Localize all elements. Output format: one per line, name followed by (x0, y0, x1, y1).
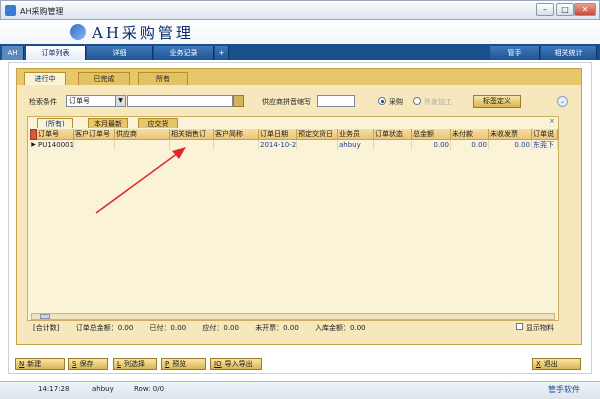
column-select-button[interactable]: L 列选择 (113, 358, 157, 370)
totals-bar: [合计数] 订单总金额：0.00 已付：0.00 应付：0.00 未开票：0.0… (33, 323, 380, 333)
totals-order-amount: 订单总金额：0.00 (75, 324, 134, 332)
maximize-button[interactable]: □ (556, 3, 574, 16)
logo-icon (70, 24, 86, 40)
preview-hotkey: P (165, 360, 170, 368)
totals-payable: 应付：0.00 (202, 324, 239, 332)
exit-button[interactable]: X 退出 (532, 358, 581, 370)
col-header-unpaid[interactable]: 未付款 (451, 129, 489, 140)
col-header-salesperson[interactable]: 业务员 (338, 129, 374, 140)
save-button[interactable]: S 保存 (68, 358, 108, 370)
grid-tab-all[interactable]: (所有) (37, 118, 73, 128)
show-material-label: 显示物料 (526, 324, 554, 332)
cell-order-date[interactable]: 2014-10-2 (259, 140, 297, 150)
col-header-delivery-date[interactable]: 预定交货日 (297, 129, 338, 140)
cell-customer-abbr[interactable] (214, 140, 259, 150)
totals-uninvoiced: 未开票：0.00 (255, 324, 299, 332)
cell-order-status[interactable] (374, 140, 412, 150)
new-label: 新建 (27, 360, 42, 368)
totals-paid: 已付：0.00 (149, 324, 187, 332)
new-hotkey: N (19, 360, 25, 368)
import-export-button[interactable]: IO 导入导出 (210, 358, 262, 370)
tab-in-progress[interactable]: 进行中 (24, 72, 66, 85)
col-header-customer-abbr[interactable]: 客户简称 (214, 129, 259, 140)
exit-label: 退出 (543, 360, 558, 368)
cell-related-sales[interactable] (170, 140, 214, 150)
window-title: AH采购管理 (20, 7, 64, 16)
row-header-marker (30, 129, 37, 140)
cell-order-note[interactable]: 东莞下 (532, 140, 558, 150)
search-field-value: 订单号 (69, 97, 90, 105)
col-header-order-date[interactable]: 订单日期 (259, 129, 297, 140)
supplier-input[interactable] (317, 95, 355, 107)
column-select-label: 列选择 (123, 360, 145, 368)
col-header-related-sales[interactable]: 相关销售订 (170, 129, 214, 140)
status-time: 14:17:28 (38, 385, 70, 393)
row-pointer-icon: ▶ (31, 141, 36, 148)
tab-all[interactable]: 所有 (138, 72, 188, 85)
tab-add[interactable]: + (215, 46, 229, 60)
tab-guanshou[interactable]: 管手 (490, 46, 540, 60)
tab-ah[interactable]: AH (2, 46, 24, 60)
app-title: AH采购管理 (92, 24, 194, 42)
import-export-hotkey: IO (214, 360, 222, 368)
col-header-uninvoiced[interactable]: 未收发票 (489, 129, 532, 140)
chevron-down-icon[interactable]: ▼ (115, 96, 125, 106)
status-user: ahbuy (92, 385, 114, 393)
radio-outsource-label: 外发加工 (424, 98, 452, 106)
app-icon (5, 5, 16, 16)
supplier-label: 供应商拼音缩写 (262, 98, 311, 106)
status-bar (0, 381, 600, 399)
search-keyword-input[interactable] (127, 95, 233, 107)
tab-completed[interactable]: 已完成 (78, 72, 130, 85)
app-header: AH采购管理 (0, 20, 600, 44)
exit-hotkey: X (536, 360, 541, 368)
grid-tab-due-delivery[interactable]: 应交货 (138, 118, 178, 128)
col-header-order-status[interactable]: 订单状态 (374, 129, 412, 140)
cell-customer-order-no[interactable] (74, 140, 115, 150)
radio-outsource[interactable] (413, 97, 421, 105)
status-row: Row: 0/0 (134, 385, 165, 393)
import-export-label: 导入导出 (224, 360, 253, 368)
radio-purchase[interactable] (378, 97, 386, 105)
grid-tab-month-latest[interactable]: 本月最新 (88, 118, 128, 128)
expand-icon[interactable]: ⌄ (557, 96, 568, 107)
save-label: 保存 (79, 360, 94, 368)
search-label: 检索条件 (29, 98, 57, 106)
status-brand: 管手软件 (548, 385, 580, 394)
scrollbar-thumb[interactable] (40, 314, 50, 319)
preview-label: 预览 (172, 360, 187, 368)
cell-total-amount[interactable]: 0.00 (412, 140, 451, 150)
title-bar: AH采购管理 (0, 0, 600, 20)
save-hotkey: S (72, 360, 77, 368)
tab-related-stats[interactable]: 相关统计 (541, 46, 597, 60)
cell-uninvoiced[interactable]: 0.00 (489, 140, 532, 150)
cell-salesperson[interactable]: ahbuy (338, 140, 374, 150)
col-header-total-amount[interactable]: 总金额 (412, 129, 451, 140)
preview-button[interactable]: P 预览 (161, 358, 206, 370)
radio-purchase-label: 采购 (389, 98, 403, 106)
horizontal-scrollbar[interactable] (31, 313, 555, 320)
cell-order-no[interactable]: PU140001 (37, 140, 74, 150)
close-button[interactable]: ✕ (574, 3, 596, 16)
show-material-checkbox[interactable] (516, 323, 523, 330)
totals-stocked: 入库金额：0.00 (315, 324, 366, 332)
col-header-supplier[interactable]: 供应商 (115, 129, 170, 140)
cell-delivery-date[interactable] (297, 140, 338, 150)
cell-supplier[interactable] (115, 140, 170, 150)
search-browse-button[interactable] (233, 95, 244, 107)
tag-define-button[interactable]: 标签定义 (473, 95, 521, 108)
tab-business-record[interactable]: 业务记录 (154, 46, 214, 60)
totals-label: [合计数] (33, 324, 60, 332)
new-button[interactable]: N 新建 (15, 358, 65, 370)
col-header-order-note[interactable]: 订单说 (532, 129, 558, 140)
col-header-customer-order-no[interactable]: 客户订单号 (74, 129, 115, 140)
search-field-select[interactable]: 订单号 ▼ (66, 95, 126, 107)
cell-unpaid[interactable]: 0.00 (451, 140, 489, 150)
col-header-order-no[interactable]: 订单号 (37, 129, 74, 140)
tab-detail[interactable]: 详细 (87, 46, 153, 60)
minimize-button[interactable]: – (536, 3, 554, 16)
tab-order-list[interactable]: 订单列表 (26, 46, 86, 60)
close-icon[interactable]: × (549, 117, 555, 125)
column-select-hotkey: L (117, 360, 121, 368)
